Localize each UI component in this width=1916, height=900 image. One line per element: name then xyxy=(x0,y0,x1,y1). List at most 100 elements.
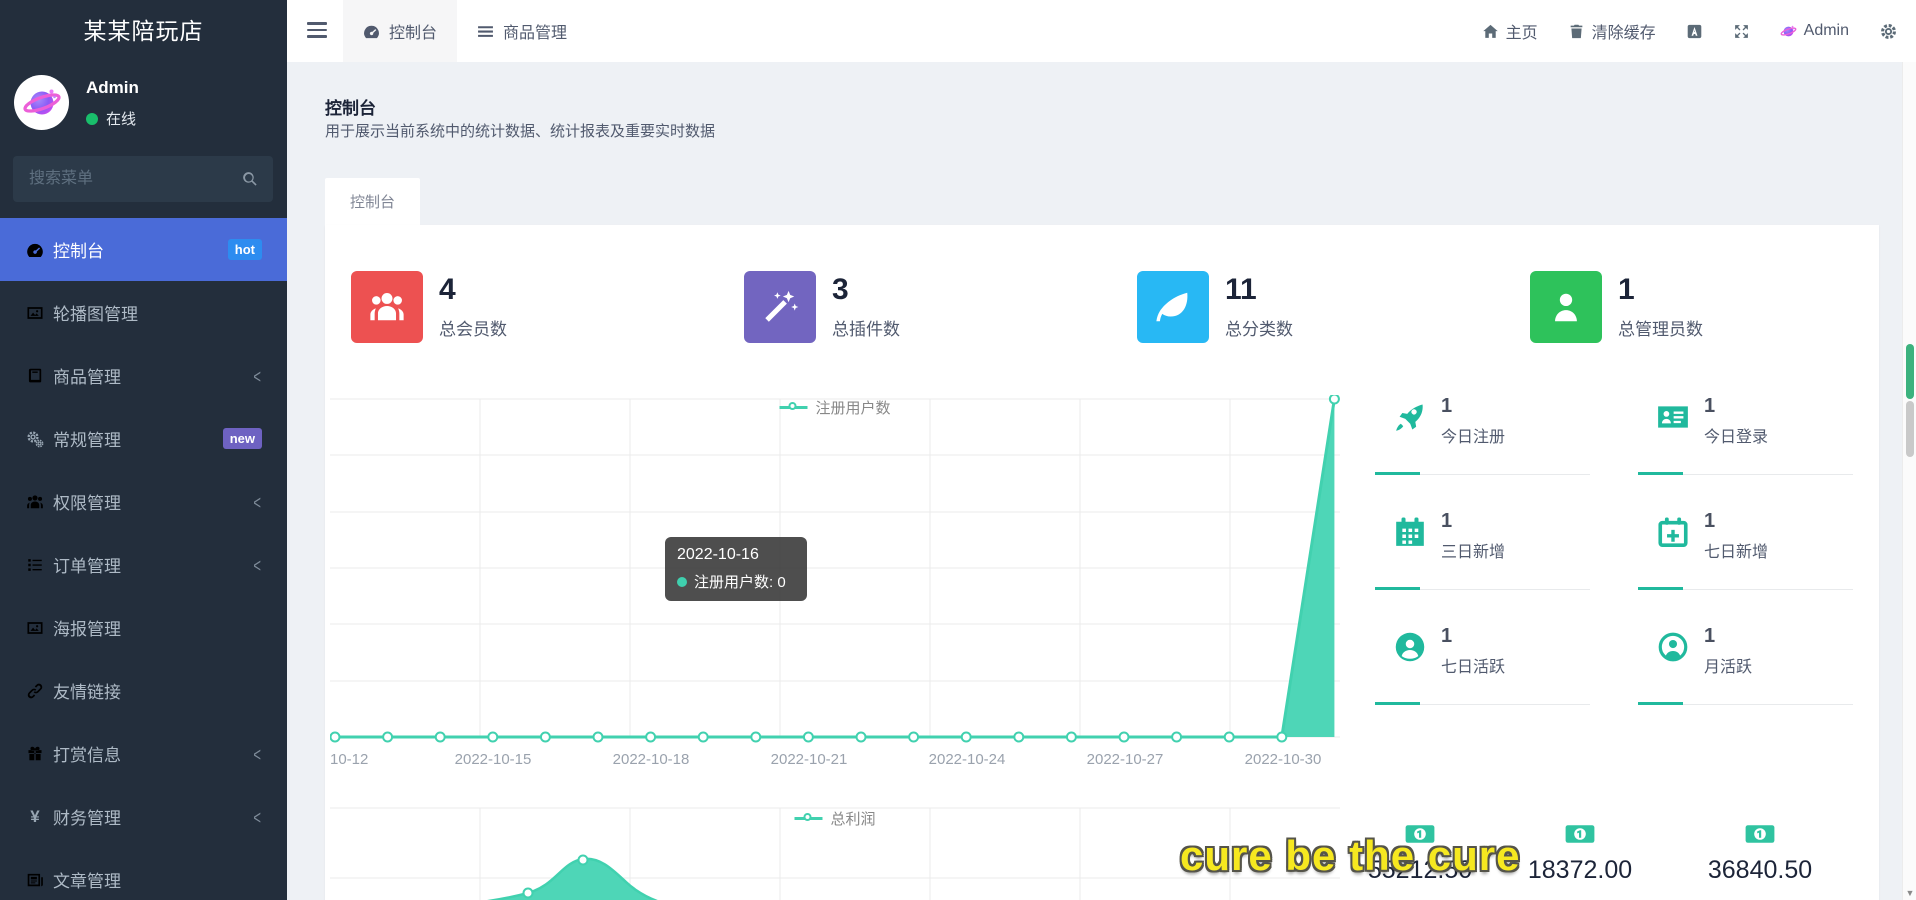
mini-stat-progress xyxy=(1638,589,1853,590)
content-tab-dashboard[interactable]: 控制台 xyxy=(325,178,420,225)
money-stat: 36840.50 xyxy=(1685,818,1835,885)
sidebar-item-general[interactable]: 常规管理 new xyxy=(0,407,287,470)
fullscreen-button[interactable] xyxy=(1733,23,1750,40)
book-icon xyxy=(26,367,44,385)
sidebar-item-label: 文章管理 xyxy=(53,867,121,892)
chevron-left-icon xyxy=(253,742,261,765)
sidebar-item-posters[interactable]: 海报管理 xyxy=(0,596,287,659)
user-circle-outline-icon xyxy=(1656,630,1690,664)
legend-label: 总利润 xyxy=(830,808,875,829)
mini-stat-3day-new: 1 三日新增 xyxy=(1375,510,1600,593)
topbar-user-name: Admin xyxy=(1804,22,1849,40)
money-stat: 18372.00 xyxy=(1505,818,1655,885)
search-input[interactable] xyxy=(13,156,273,202)
magic-wand-icon xyxy=(761,288,799,326)
chart-legend[interactable]: 注册用户数 xyxy=(779,397,890,418)
mini-stat-value: 1 xyxy=(1704,625,1715,648)
chevron-left-icon xyxy=(253,805,261,828)
main-content: 控制台 用于展示当前系统中的统计数据、统计报表及重要实时数据 控制台 4 总会员… xyxy=(287,62,1916,900)
stat-icon-box xyxy=(1530,271,1602,343)
translate-button[interactable] xyxy=(1686,23,1703,40)
dashboard-card: 4 总会员数 3 总插件数 11 总分类数 1 总管理员数 xyxy=(325,225,1879,900)
line-chart-canvas xyxy=(330,395,1340,745)
sidebar-item-links[interactable]: 友情链接 xyxy=(0,659,287,722)
mini-stat-value: 1 xyxy=(1441,625,1452,648)
x-tick-label: 2022-10-15 xyxy=(455,751,532,768)
sidebar-menu: 控制台 hot 轮播图管理 商品管理 常规管理 new 权限管理 订单管理 xyxy=(0,218,287,900)
mini-stat-value: 1 xyxy=(1441,395,1452,418)
legend-line-marker-icon xyxy=(794,817,822,820)
home-button[interactable]: 主页 xyxy=(1482,19,1538,43)
hamburger-menu-icon[interactable] xyxy=(307,22,327,38)
avatar xyxy=(14,75,69,130)
stat-label: 总会员数 xyxy=(439,315,507,340)
user-menu[interactable]: Admin xyxy=(1780,22,1849,40)
tooltip-date: 2022-10-16 xyxy=(677,546,795,564)
stat-total-admins: 1 总管理员数 xyxy=(1530,271,1910,343)
sidebar-item-products[interactable]: 商品管理 xyxy=(0,344,287,407)
leaf-icon xyxy=(1154,288,1192,326)
page-scrollbar[interactable] xyxy=(1902,62,1916,900)
mini-stat-label: 今日注册 xyxy=(1441,423,1505,447)
poster-image-icon xyxy=(26,619,44,637)
tab-label: 控制台 xyxy=(389,19,437,43)
x-tick-label: 2022-10-30 xyxy=(1245,751,1322,768)
registered-users-chart[interactable]: 注册用户数 2022-10-16 注册用户数: 0 10-12 2022-10-… xyxy=(330,395,1340,780)
mini-stat-value: 1 xyxy=(1704,395,1715,418)
sidebar-search xyxy=(13,156,273,202)
stat-total-members: 4 总会员数 xyxy=(351,271,731,343)
mini-stat-7day-active: 1 七日活跃 xyxy=(1375,625,1600,708)
calendar-plus-icon xyxy=(1656,515,1690,549)
stat-label: 总分类数 xyxy=(1225,315,1293,340)
tab-dashboard[interactable]: 控制台 xyxy=(343,0,457,62)
mini-stat-label: 七日新增 xyxy=(1704,538,1768,562)
sidebar-item-permissions[interactable]: 权限管理 xyxy=(0,470,287,533)
hot-badge: hot xyxy=(228,239,262,260)
sidebar-item-orders[interactable]: 订单管理 xyxy=(0,533,287,596)
chart-point-marker xyxy=(579,856,588,865)
mini-stat-value: 1 xyxy=(1441,510,1452,533)
avatar xyxy=(1780,23,1797,40)
topbar-tabs: 控制台 商品管理 xyxy=(343,0,587,62)
dashboard-gauge-icon xyxy=(26,241,44,259)
mini-stat-label: 今日登录 xyxy=(1704,423,1768,447)
stat-value: 1 xyxy=(1618,273,1635,307)
clear-cache-button[interactable]: 清除缓存 xyxy=(1568,19,1656,43)
scrollbar-indicator[interactable] xyxy=(1906,344,1914,399)
sidebar-item-rewards[interactable]: 打赏信息 xyxy=(0,722,287,785)
sidebar-item-articles[interactable]: 文章管理 xyxy=(0,848,287,900)
mini-stat-today-registered: 1 今日注册 xyxy=(1375,395,1600,478)
x-tick-label: 2022-10-18 xyxy=(613,751,690,768)
money-bill-icon xyxy=(1564,818,1596,850)
planet-avatar-icon xyxy=(22,83,62,123)
scrollbar-thumb[interactable] xyxy=(1906,401,1914,457)
dashboard-gauge-icon xyxy=(363,23,380,40)
watermark-text: cure be the cure xyxy=(1180,832,1520,880)
sidebar-item-finance[interactable]: ¥ 财务管理 xyxy=(0,785,287,848)
topbar-actions: 主页 清除缓存 Admin xyxy=(1482,0,1898,62)
mini-stat-today-login: 1 今日登录 xyxy=(1638,395,1863,478)
mini-stat-label: 七日活跃 xyxy=(1441,653,1505,677)
home-icon xyxy=(1482,23,1499,40)
legend-label: 注册用户数 xyxy=(815,397,890,418)
mini-stat-progress xyxy=(1638,704,1853,705)
sidebar-item-dashboard[interactable]: 控制台 hot xyxy=(0,218,287,281)
scroll-down-arrow-icon[interactable] xyxy=(1903,888,1916,898)
search-icon xyxy=(241,170,259,188)
user-status: 在线 xyxy=(86,108,136,129)
settings-button[interactable] xyxy=(1879,22,1898,41)
chevron-left-icon xyxy=(253,364,261,387)
page-title: 控制台 xyxy=(325,94,376,119)
calendar-icon xyxy=(1393,515,1427,549)
legend-line-marker-icon xyxy=(779,406,807,409)
stat-icon-box xyxy=(1137,271,1209,343)
sidebar-item-carousel[interactable]: 轮播图管理 xyxy=(0,281,287,344)
x-tick-label: 10-12 xyxy=(330,751,368,768)
rocket-icon xyxy=(1393,400,1427,434)
stat-value: 11 xyxy=(1225,273,1257,307)
tab-products[interactable]: 商品管理 xyxy=(457,0,587,62)
mini-stat-progress xyxy=(1375,474,1590,475)
stat-label: 总管理员数 xyxy=(1618,315,1703,340)
chart-legend[interactable]: 总利润 xyxy=(794,808,875,829)
sidebar-item-label: 打赏信息 xyxy=(53,741,121,766)
